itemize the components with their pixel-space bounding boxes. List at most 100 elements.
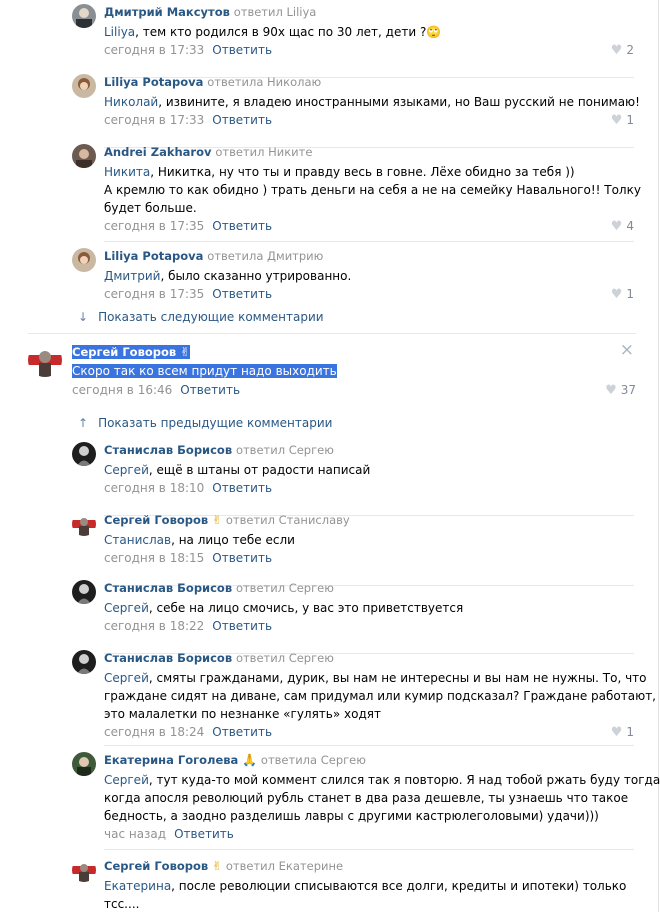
reply-date[interactable]: сегодня в 17:35 — [104, 287, 204, 301]
reply-date[interactable]: сегодня в 17:35 — [104, 219, 204, 233]
reply-target[interactable]: ответил Екатерине — [226, 859, 343, 873]
comment-date[interactable]: сегодня в 16:46 — [72, 383, 172, 397]
reply-item: Liliya Potapova ответила Николаю Николай… — [72, 74, 640, 148]
author-name[interactable]: Станислав Борисов — [104, 651, 232, 665]
heart-icon: ♥ — [610, 219, 623, 234]
author-name[interactable]: Сергей Говоров — [72, 345, 177, 359]
reply-button[interactable]: Ответить — [212, 619, 272, 633]
mention-link[interactable]: Николай — [104, 95, 158, 109]
reply-item: Екатерина Гоголева 🙏 ответила Сергею Сер… — [72, 752, 660, 850]
author-name[interactable]: Liliya Potapova — [104, 75, 203, 89]
avatar[interactable] — [72, 4, 96, 28]
reply-date[interactable]: сегодня в 18:24 — [104, 725, 204, 739]
author-name[interactable]: Дмитрий Максутов — [104, 5, 230, 19]
reply-target[interactable]: ответил Сергею — [236, 651, 334, 665]
reply-item: Сергей Говоров ✌ ответил Станиславу Стан… — [72, 512, 634, 586]
reply-date[interactable]: сегодня в 17:33 — [104, 43, 204, 57]
mention-link[interactable]: Сергей — [104, 463, 149, 477]
reply-text: Сергей, ещё в штаны от радости написай — [104, 463, 371, 477]
heart-icon: ♥ — [610, 287, 623, 302]
reply-target[interactable]: ответил Станиславу — [226, 513, 350, 527]
like-count: 1 — [626, 113, 634, 127]
reply-text: Николай, извините, я владею иностранными… — [104, 95, 640, 109]
like-button[interactable]: ♥ 1 — [611, 723, 634, 742]
avatar[interactable] — [72, 752, 96, 776]
like-count: 4 — [626, 219, 634, 233]
reply-text: Станислав, на лицо тебе если — [104, 533, 295, 547]
victory-hand-emoji-icon: ✌ — [212, 513, 223, 527]
author-name[interactable]: Екатерина Гоголева — [104, 753, 238, 767]
reply-target[interactable]: ответил Сергею — [236, 443, 334, 457]
reply-target[interactable]: ответила Дмитрию — [207, 249, 323, 263]
heart-icon: ♥ — [605, 383, 617, 398]
avatar[interactable] — [28, 343, 62, 377]
reply-date[interactable]: сегодня в 18:10 — [104, 481, 204, 495]
reply-button[interactable]: Ответить — [174, 827, 234, 841]
reply-text: Никита, Никитка, ну что ты и правду весь… — [104, 165, 641, 215]
reply-button[interactable]: Ответить — [180, 383, 240, 397]
mention-link[interactable]: Сергей — [104, 601, 149, 615]
avatar[interactable] — [72, 74, 96, 98]
reply-button[interactable]: Ответить — [212, 219, 272, 233]
reply-target[interactable]: ответила Сергею — [261, 753, 366, 767]
avatar[interactable] — [72, 580, 96, 604]
separator — [104, 745, 634, 746]
reply-date[interactable]: сегодня в 17:33 — [104, 113, 204, 127]
avatar[interactable] — [72, 442, 96, 466]
reply-item: Дмитрий Максутов ответил Liliya Liliya, … — [72, 4, 634, 78]
reply-date[interactable]: час назад — [104, 827, 166, 841]
main-comment: Сергей Говоров ✌ Скоро так ко всем приду… — [28, 341, 636, 403]
reply-button[interactable]: Ответить — [212, 43, 272, 57]
separator — [28, 333, 636, 334]
avatar[interactable] — [72, 650, 96, 674]
heart-icon: ♥ — [610, 725, 623, 740]
reply-target[interactable]: ответил Liliya — [234, 5, 317, 19]
author-name[interactable]: Станислав Борисов — [104, 581, 232, 595]
close-icon[interactable]: × — [620, 341, 634, 359]
mention-link[interactable]: Сергей — [104, 671, 149, 685]
reply-target[interactable]: ответил Никите — [215, 145, 312, 159]
reply-button[interactable]: Ответить — [212, 551, 272, 565]
author-name[interactable]: Сергей Говоров — [104, 859, 208, 873]
reply-item: Liliya Potapova ответила Дмитрию Дмитрий… — [72, 248, 634, 304]
like-button[interactable]: ♥ 1 — [611, 285, 634, 304]
reply-text: Сергей, тут куда-то мой коммент слился т… — [104, 773, 660, 823]
like-button[interactable]: ♥ 37 — [605, 381, 636, 400]
like-count: 1 — [626, 725, 634, 739]
avatar[interactable] — [72, 858, 96, 882]
show-next-comments-link[interactable]: ↓ Показать следующие комментарии — [78, 308, 324, 326]
like-button[interactable]: ♥ 1 — [611, 111, 634, 130]
victory-hand-emoji-icon: ✌ — [212, 859, 223, 873]
reply-date[interactable]: сегодня в 18:15 — [104, 551, 204, 565]
mention-link[interactable]: Сергей — [104, 773, 149, 787]
mention-link[interactable]: Станислав — [104, 533, 171, 547]
like-count: 37 — [620, 383, 636, 397]
reply-target[interactable]: ответил Сергею — [236, 581, 334, 595]
reply-item: Станислав Борисов ответил Сергею Сергей,… — [72, 580, 634, 654]
avatar[interactable] — [72, 248, 96, 272]
reply-text: Екатерина, после революции списываются в… — [104, 879, 627, 911]
like-count: 1 — [626, 287, 634, 301]
mention-link[interactable]: Екатерина — [104, 879, 171, 893]
separator — [104, 241, 634, 242]
folded-hands-emoji-icon: 🙏 — [242, 753, 258, 767]
author-name[interactable]: Сергей Говоров — [104, 513, 208, 527]
avatar[interactable] — [72, 512, 96, 536]
avatar[interactable] — [72, 144, 96, 168]
reply-target[interactable]: ответила Николаю — [207, 75, 321, 89]
like-button[interactable]: ♥ 4 — [611, 217, 634, 236]
author-name[interactable]: Andrei Zakharov — [104, 145, 212, 159]
reply-button[interactable]: Ответить — [212, 113, 272, 127]
reply-date[interactable]: сегодня в 18:22 — [104, 619, 204, 633]
mention-link[interactable]: Дмитрий — [104, 269, 160, 283]
reply-button[interactable]: Ответить — [212, 481, 272, 495]
mention-link[interactable]: Никита — [104, 165, 150, 179]
reply-text: Сергей, себе на лицо смочись, у вас это … — [104, 601, 464, 615]
show-previous-comments-link[interactable]: ↑ Показать предыдущие комментарии — [78, 414, 332, 432]
mention-link[interactable]: Liliya — [104, 25, 135, 39]
author-name[interactable]: Станислав Борисов — [104, 443, 232, 457]
reply-button[interactable]: Ответить — [212, 287, 272, 301]
author-name[interactable]: Liliya Potapova — [104, 249, 203, 263]
reply-button[interactable]: Ответить — [212, 725, 272, 739]
like-button[interactable]: ♥ 2 — [611, 41, 634, 60]
